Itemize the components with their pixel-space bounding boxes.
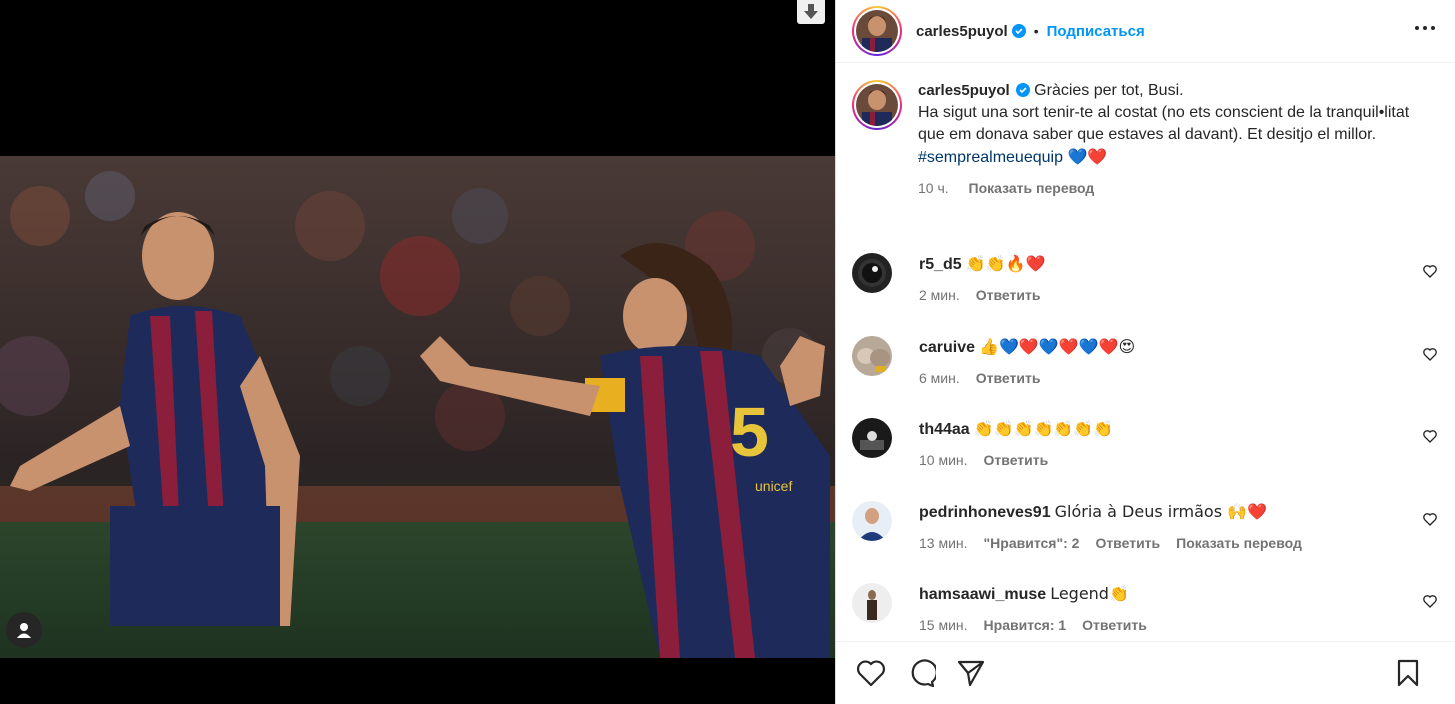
author-username[interactable]: carles5puyol: [916, 23, 1008, 40]
comment-username[interactable]: caruive: [919, 339, 975, 356]
svg-text:5: 5: [730, 393, 769, 471]
download-arrow-icon: [804, 4, 818, 19]
comment-translate-link[interactable]: Показать перевод: [1176, 535, 1302, 551]
comment-item: caruive 👍💙❤️💙❤️💙❤️😍 6 мин. Ответить: [852, 336, 1440, 389]
caption-translate-link[interactable]: Показать перевод: [969, 180, 1095, 196]
caption-hashtag-emojis: 💙❤️: [1067, 147, 1108, 166]
share-icon: [957, 660, 985, 687]
post-action-bar: [836, 641, 1455, 704]
svg-text:unicef: unicef: [755, 478, 792, 494]
post-photo: 5 unicef: [0, 156, 835, 658]
comment-time[interactable]: 10 мин.: [919, 452, 968, 468]
comment-item: r5_d5 👏👏🔥❤️ 2 мин. Ответить: [852, 253, 1440, 306]
verified-badge-icon: [1011, 24, 1026, 38]
user-tag-button[interactable]: [6, 612, 42, 648]
comment-like-icon[interactable]: [1422, 346, 1438, 362]
caption-line-2: Ha sigut una sort tenir-te al costat (no…: [918, 104, 1410, 143]
download-button[interactable]: [797, 0, 825, 24]
comment-time[interactable]: 13 мин.: [919, 535, 968, 551]
comment-text: 👏👏👏👏👏👏👏: [973, 419, 1114, 438]
comment-item: pedrinhoneves91 Glória à Deus irmãos 🙌❤️ …: [852, 501, 1440, 554]
commenter-avatar[interactable]: [852, 418, 892, 458]
comment-username[interactable]: hamsaawi_muse: [919, 586, 1046, 603]
comment-username[interactable]: pedrinhoneves91: [919, 504, 1051, 521]
caption-meta: 10 ч. Показать перевод: [918, 177, 1418, 199]
comment-text: 👏👏🔥❤️: [965, 254, 1046, 273]
comment-text: 👍💙❤️💙❤️💙❤️😍: [979, 337, 1136, 356]
caption-author-avatar[interactable]: [852, 80, 902, 130]
post-caption: carles5puyol Gràcies per tot, Busi. Ha s…: [836, 64, 1455, 199]
comment-time[interactable]: 15 мин.: [919, 617, 968, 633]
comment-like-icon[interactable]: [1422, 511, 1438, 527]
post-details-panel: carles5puyol • Подписаться carles5puyol …: [835, 0, 1455, 704]
post-header: carles5puyol • Подписаться: [836, 0, 1455, 63]
caption-line-1: Gràcies per tot, Busi.: [1034, 82, 1184, 99]
commenter-avatar[interactable]: [852, 501, 892, 541]
post-media[interactable]: 5 unicef: [0, 0, 835, 704]
comment-time[interactable]: 6 мин.: [919, 370, 960, 386]
caption-author-username[interactable]: carles5puyol: [918, 82, 1010, 99]
comment-like-icon[interactable]: [1422, 263, 1438, 279]
commenter-avatar[interactable]: [852, 336, 892, 376]
like-button[interactable]: [854, 656, 888, 690]
post-time[interactable]: 10 ч.: [918, 180, 949, 196]
comment-item: th44aa 👏👏👏👏👏👏👏 10 мин. Ответить: [852, 418, 1440, 471]
comment-button[interactable]: [904, 656, 938, 690]
heart-icon: [857, 660, 885, 687]
comment-reply-link[interactable]: Ответить: [1095, 535, 1160, 551]
comment-reply-link[interactable]: Ответить: [976, 370, 1041, 386]
save-button[interactable]: [1391, 656, 1425, 690]
user-tag-icon: [17, 623, 31, 638]
author-avatar[interactable]: [852, 6, 902, 56]
comment-text: Glória à Deus irmãos 🙌❤️: [1054, 502, 1267, 521]
follow-button[interactable]: Подписаться: [1047, 23, 1145, 40]
comment-likes-count[interactable]: Нравится: 1: [984, 617, 1067, 633]
comment-reply-link[interactable]: Ответить: [1082, 617, 1147, 633]
comment-username[interactable]: th44aa: [919, 421, 970, 438]
comment-reply-link[interactable]: Ответить: [976, 287, 1041, 303]
author-avatar-image: [856, 10, 898, 52]
comment-likes-count[interactable]: "Нравится": 2: [984, 535, 1080, 551]
more-options-icon: [1415, 26, 1435, 30]
comment-item: hamsaawi_muse Legend👏 15 мин. Нравится: 1 О…: [852, 583, 1440, 636]
caption-author-avatar-image: [856, 84, 898, 126]
caption-hashtag[interactable]: #semprealmeuequip: [918, 149, 1063, 166]
comment-username[interactable]: r5_d5: [919, 256, 962, 273]
commenter-avatar[interactable]: [852, 253, 892, 293]
comment-reply-link[interactable]: Ответить: [984, 452, 1049, 468]
more-options-button[interactable]: [1411, 14, 1439, 42]
verified-badge-icon: [1015, 83, 1030, 97]
separator-dot: •: [1033, 23, 1039, 39]
comments-scroll-area[interactable]: carles5puyol Gràcies per tot, Busi. Ha s…: [836, 64, 1455, 640]
comment-icon: [911, 659, 936, 688]
comment-like-icon[interactable]: [1422, 593, 1438, 609]
comment-time[interactable]: 2 мин.: [919, 287, 960, 303]
share-button[interactable]: [954, 656, 988, 690]
comment-text: Legend👏: [1050, 584, 1129, 603]
bookmark-icon: [1397, 659, 1419, 687]
comment-like-icon[interactable]: [1422, 428, 1438, 444]
commenter-avatar[interactable]: [852, 583, 892, 623]
